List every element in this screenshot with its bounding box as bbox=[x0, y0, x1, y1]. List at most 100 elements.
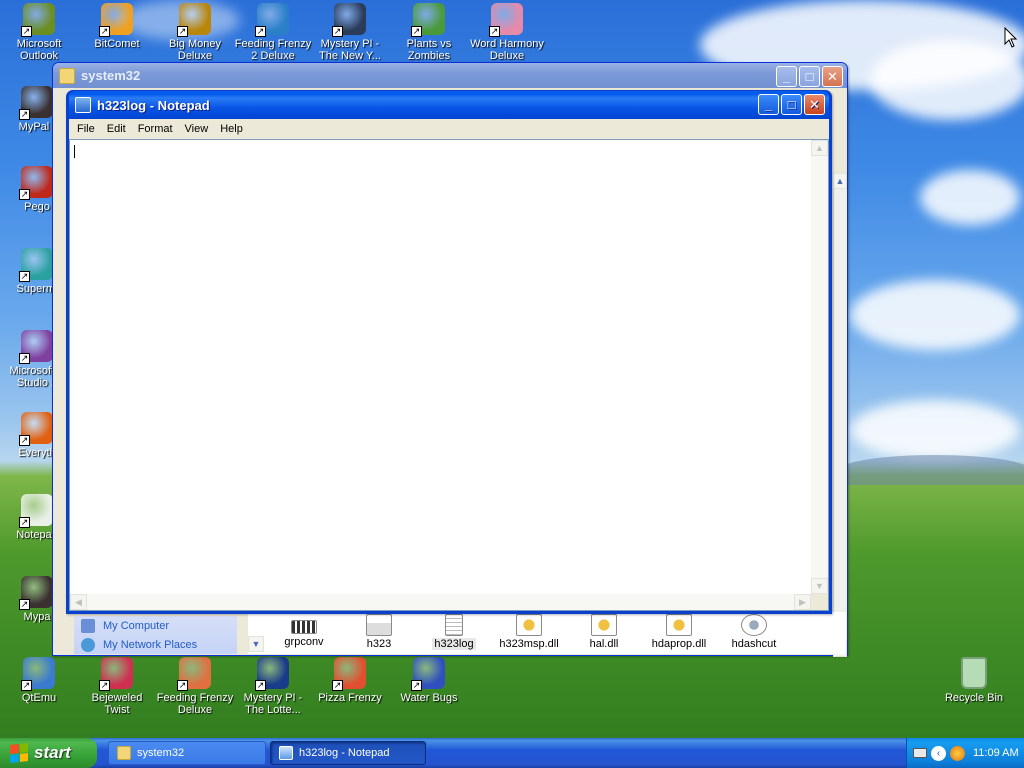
scroll-down-button[interactable]: ▼ bbox=[811, 578, 828, 594]
word-harmony-deluxe-icon: ↗ bbox=[489, 3, 523, 37]
desktop-icon-label: Water Bugs bbox=[400, 692, 458, 704]
notepad-window[interactable]: h323log - Notepad _ □ ✕ File Edit Format… bbox=[66, 90, 832, 614]
desktop-icon-microsoft-outlook[interactable]: ↗ Microsoft Outlook bbox=[0, 3, 78, 62]
shortcut-arrow-icon: ↗ bbox=[19, 517, 30, 528]
close-button[interactable]: ✕ bbox=[822, 66, 843, 87]
scroll-left-button[interactable]: ◀ bbox=[70, 594, 87, 610]
dll-file-icon bbox=[666, 614, 692, 636]
supermi-icon: ↗ bbox=[19, 248, 53, 282]
text-editor[interactable]: ▲ ▼ ◀ ▶ bbox=[69, 139, 829, 611]
file-name: h323msp.dll bbox=[499, 638, 559, 650]
start-label: start bbox=[34, 743, 71, 762]
scroll-right-button[interactable]: ▶ bbox=[794, 594, 811, 610]
recycle-bin-icon bbox=[961, 657, 987, 689]
explorer-title: system32 bbox=[81, 68, 141, 83]
scroll-up-button[interactable]: ▲ bbox=[811, 140, 828, 156]
maximize-button[interactable]: □ bbox=[781, 94, 802, 115]
left-pane-my-computer[interactable]: My Computer bbox=[74, 616, 237, 635]
minimize-button[interactable]: _ bbox=[758, 94, 779, 115]
resize-grip[interactable] bbox=[811, 594, 828, 610]
file-name: h323 bbox=[366, 638, 392, 650]
desktop-icon-mystery-pi-the-lotte[interactable]: ↗ Mystery PI - The Lotte... bbox=[234, 657, 312, 716]
desktop-icon-big-money-deluxe[interactable]: ↗ Big Money Deluxe bbox=[156, 3, 234, 62]
left-pane-label: My Computer bbox=[103, 619, 170, 632]
scroll-down-button[interactable]: ▼ bbox=[248, 636, 264, 652]
menu-help[interactable]: Help bbox=[214, 123, 249, 135]
microsoft-outlook-icon: ↗ bbox=[21, 3, 55, 37]
horizontal-scrollbar[interactable]: ◀ ▶ bbox=[70, 594, 811, 610]
desktop-icon-pizza-frenzy[interactable]: ↗ Pizza Frenzy bbox=[311, 657, 389, 704]
desktop-icon-feeding-frenzy-2-deluxe[interactable]: ↗ Feeding Frenzy 2 Deluxe bbox=[234, 3, 312, 62]
desktop-icon-label: Feeding Frenzy Deluxe bbox=[156, 692, 234, 716]
keyboard-icon[interactable] bbox=[913, 748, 927, 758]
taskbar-item-system32[interactable]: system32 bbox=[108, 741, 266, 765]
taskbar-item-notepad[interactable]: h323log - Notepad bbox=[270, 741, 426, 765]
taskbar: start system32 h323log - Notepad ‹ 11:09… bbox=[0, 738, 1024, 768]
shortcut-arrow-icon: ↗ bbox=[255, 680, 266, 691]
desktop-icon-mystery-pi-the-new-y[interactable]: ↗ Mystery PI - The New Y... bbox=[311, 3, 389, 62]
scroll-up-button[interactable]: ▲ bbox=[833, 173, 847, 189]
explorer-scrollbar[interactable]: ▲ ▼ bbox=[833, 173, 847, 657]
left-pane-my-network-places[interactable]: My Network Places bbox=[74, 635, 237, 654]
desktop-icon-word-harmony-deluxe[interactable]: ↗ Word Harmony Deluxe bbox=[468, 3, 546, 62]
desktop-icon-label: Plants vs Zombies bbox=[406, 38, 452, 62]
shortcut-arrow-icon: ↗ bbox=[177, 26, 188, 37]
menu-view[interactable]: View bbox=[179, 123, 215, 135]
menu-edit[interactable]: Edit bbox=[101, 123, 132, 135]
explorer-file-list: ▼ grpconv h323 h323log h323msp.dll hal.d… bbox=[248, 612, 846, 654]
menu-file[interactable]: File bbox=[71, 123, 101, 135]
file-item[interactable]: h323msp.dll bbox=[491, 614, 567, 650]
show-hidden-icons-button[interactable]: ‹ bbox=[931, 745, 946, 761]
file-item[interactable]: grpconv bbox=[266, 614, 342, 648]
desktop-icon-label: Pizza Frenzy bbox=[318, 692, 382, 704]
feeding-frenzy-deluxe-icon: ↗ bbox=[177, 657, 211, 691]
desktop-icon-feeding-frenzy-deluxe[interactable]: ↗ Feeding Frenzy Deluxe bbox=[156, 657, 234, 716]
desktop-icon-qtemu[interactable]: ↗ QtEmu bbox=[0, 657, 78, 704]
maximize-button[interactable]: □ bbox=[799, 66, 820, 87]
mouse-pointer-icon bbox=[1004, 27, 1018, 48]
desktop-icon-label: Bejeweled Twist bbox=[91, 692, 143, 716]
close-button[interactable]: ✕ bbox=[804, 94, 825, 115]
desktop-icon-label: BitComet bbox=[94, 38, 140, 50]
minimize-button[interactable]: _ bbox=[776, 66, 797, 87]
bejeweled-twist-icon: ↗ bbox=[99, 657, 133, 691]
shortcut-arrow-icon: ↗ bbox=[99, 680, 110, 691]
desktop-icon-label: Word Harmony Deluxe bbox=[470, 38, 544, 62]
menu-format[interactable]: Format bbox=[132, 123, 179, 135]
file-item[interactable]: h323log bbox=[416, 614, 492, 650]
shortcut-arrow-icon: ↗ bbox=[332, 26, 343, 37]
desktop-icon-water-bugs[interactable]: ↗ Water Bugs bbox=[390, 657, 468, 704]
shortcut-arrow-icon: ↗ bbox=[21, 26, 32, 37]
folder-icon bbox=[117, 746, 131, 760]
dll-file-icon bbox=[516, 614, 542, 636]
explorer-titlebar[interactable]: system32 _ □ ✕ bbox=[53, 63, 847, 88]
dll-file-icon bbox=[591, 614, 617, 636]
shortcut-arrow-icon: ↗ bbox=[19, 599, 30, 610]
desktop-icon-label: QtEmu bbox=[21, 692, 57, 704]
vertical-scrollbar[interactable]: ▲ ▼ bbox=[811, 140, 828, 594]
plants-vs-zombies-icon: ↗ bbox=[411, 3, 445, 37]
clock[interactable]: 11:09 AM bbox=[973, 747, 1019, 759]
shortcut-arrow-icon: ↗ bbox=[411, 26, 422, 37]
file-item[interactable]: hdaprop.dll bbox=[641, 614, 717, 650]
desktop-icon-plants-vs-zombies[interactable]: ↗ Plants vs Zombies bbox=[390, 3, 468, 62]
file-name: grpconv bbox=[284, 636, 324, 648]
file-item[interactable]: h323 bbox=[341, 614, 417, 650]
file-name: hdaprop.dll bbox=[651, 638, 707, 650]
windows-logo-icon bbox=[10, 743, 28, 763]
file-item[interactable]: hdashcut bbox=[716, 614, 792, 650]
notepad-icon: ↗ bbox=[19, 494, 53, 528]
file-item[interactable]: hal.dll bbox=[566, 614, 642, 650]
computer-icon bbox=[81, 618, 95, 633]
notepad-titlebar[interactable]: h323log - Notepad _ □ ✕ bbox=[69, 91, 829, 119]
file-name: hdashcut bbox=[731, 638, 777, 650]
shortcut-arrow-icon: ↗ bbox=[21, 680, 32, 691]
start-button[interactable]: start bbox=[0, 738, 97, 768]
shortcut-arrow-icon: ↗ bbox=[489, 26, 500, 37]
desktop-icon-bitcomet[interactable]: ↗ BitComet bbox=[78, 3, 156, 50]
shortcut-arrow-icon: ↗ bbox=[19, 435, 30, 446]
network-tray-icon[interactable] bbox=[950, 745, 965, 761]
shortcut-arrow-icon: ↗ bbox=[19, 271, 30, 282]
desktop-icon-recycle-bin[interactable]: Recycle Bin bbox=[935, 657, 1013, 704]
desktop-icon-bejeweled-twist[interactable]: ↗ Bejeweled Twist bbox=[78, 657, 156, 716]
